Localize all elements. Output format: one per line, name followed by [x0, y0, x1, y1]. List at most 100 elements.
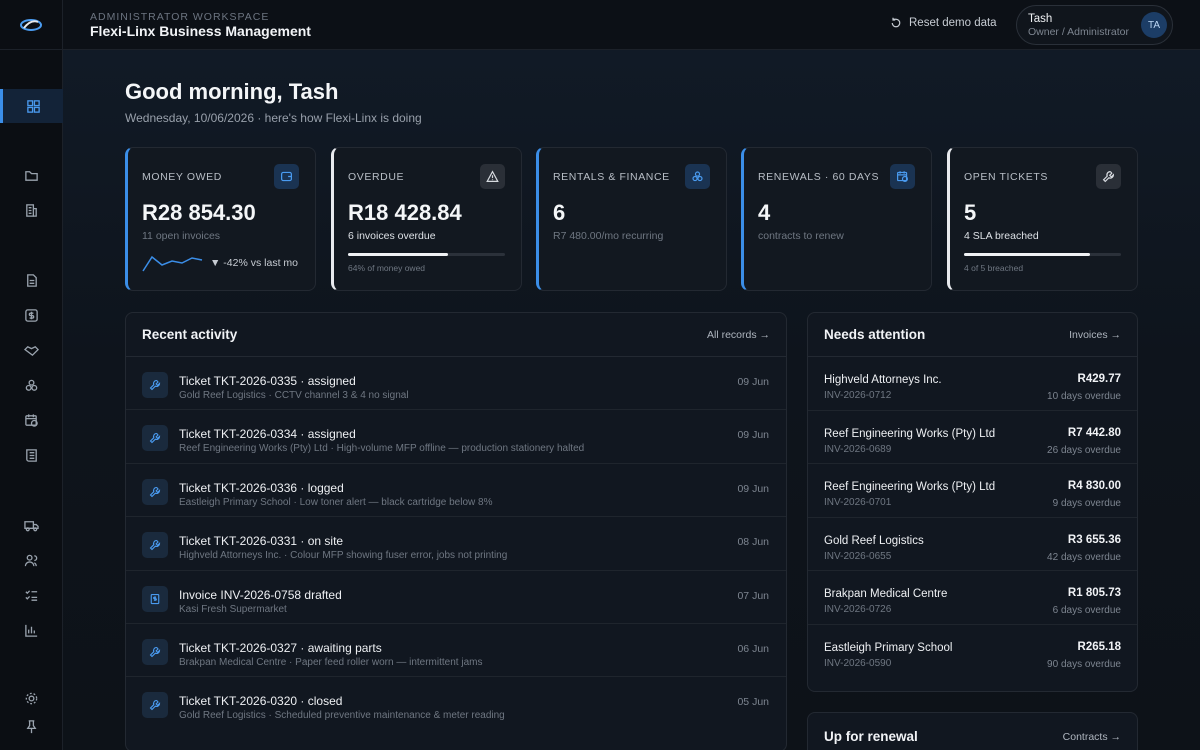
stat-card-overdue[interactable]: OVERDUE R18 428.84 6 invoices overdue 64… — [331, 147, 522, 291]
activity-title: Ticket TKT-2026-0336 · logged — [179, 480, 344, 495]
attention-row[interactable]: Reef Engineering Works (Pty) Ltd INV-2026… — [808, 411, 1137, 464]
needs-attention-panel: Needs attention Invoices → Highveld Atto… — [807, 312, 1138, 692]
progress-bar — [348, 253, 505, 256]
main-content: Good morning, Tash Wednesday, 10/06/2026… — [63, 50, 1200, 750]
app-logo[interactable] — [0, 0, 62, 50]
invoice-amount: R1 805.73 — [1067, 587, 1121, 599]
workspace-label: ADMINISTRATOR WORKSPACE — [90, 11, 270, 23]
activity-row[interactable]: Ticket TKT-2026-0334 · assigned Reef Engi… — [126, 410, 786, 464]
page-subtitle: Wednesday, 10/06/2026 · here's how Flexi… — [125, 111, 422, 125]
user-name: Tash — [1028, 13, 1053, 25]
building-icon[interactable] — [0, 193, 63, 227]
activity-row[interactable]: Ticket TKT-2026-0327 · awaiting parts Bra… — [126, 624, 786, 678]
stat-sub: 6 invoices overdue — [348, 230, 436, 242]
overdue-text: 9 days overdue — [1052, 498, 1121, 509]
receipt-icon[interactable] — [0, 438, 63, 472]
client-name: Gold Reef Logistics — [824, 534, 924, 547]
pin-icon[interactable] — [0, 709, 63, 743]
all-records-link[interactable]: All records → — [707, 329, 770, 341]
invoice-number: INV-2026-0689 — [824, 443, 892, 455]
activity-desc: Gold Reef Logistics · CCTV channel 3 & 4… — [179, 390, 409, 401]
calendar-clock-icon — [890, 164, 915, 189]
invoice-icon — [142, 585, 168, 612]
client-name: Eastleigh Primary School — [824, 641, 953, 654]
activity-title: Ticket TKT-2026-0334 · assigned — [179, 427, 356, 442]
panel-header: Needs attention Invoices → — [808, 313, 1137, 357]
activity-row[interactable]: Ticket TKT-2026-0320 · closed Gold Reef L… — [126, 677, 786, 730]
activity-desc: Kasi Fresh Supermarket — [179, 603, 287, 615]
user-role: Owner / Administrator — [1028, 26, 1129, 38]
wrench-icon — [142, 692, 168, 719]
stat-sub: contracts to renew — [758, 230, 844, 242]
user-menu[interactable]: Tash Owner / Administrator TA — [1016, 5, 1173, 45]
client-name: Reef Engineering Works (Pty) Ltd — [824, 427, 996, 440]
stat-label: RENEWALS · 60 DAYS — [758, 171, 880, 183]
activity-title: Invoice INV-2026-0758 drafted — [179, 587, 342, 602]
activity-row[interactable]: Ticket TKT-2026-0331 · on site Highveld A… — [126, 517, 786, 571]
users-icon[interactable] — [0, 543, 63, 577]
recent-activity-panel: Recent activity All records → Ticket TKT… — [125, 312, 787, 750]
attention-row[interactable]: Eastleigh Primary School INV-2026-0590 R26… — [808, 625, 1137, 679]
reset-demo-button[interactable]: Reset demo data — [890, 17, 997, 29]
invoice-amount: R429.77 — [1077, 373, 1121, 385]
stat-card-renewals[interactable]: RENEWALS · 60 DAYS 4 contracts to renew — [741, 147, 932, 291]
invoice-amount: R3 655.36 — [1067, 533, 1121, 546]
panel-title: Up for renewal — [824, 729, 918, 744]
invoice-number: INV-2026-0726 — [824, 604, 892, 615]
activity-list: Ticket TKT-2026-0335 · assigned Gold Reef… — [126, 357, 786, 731]
rentals-icon[interactable] — [0, 368, 63, 402]
handshake-icon[interactable] — [0, 333, 63, 367]
attention-row[interactable]: Brakpan Medical Centre INV-2026-0726 R1 80… — [808, 571, 1137, 625]
invoice-number: INV-2026-0712 — [824, 390, 892, 401]
activity-title: Ticket TKT-2026-0327 · awaiting parts — [179, 640, 382, 655]
activity-row[interactable]: Ticket TKT-2026-0336 · logged Eastleigh P… — [126, 464, 786, 518]
attention-row[interactable]: Highveld Attorneys Inc. INV-2026-0712 R429… — [808, 357, 1137, 411]
overdue-text: 10 days overdue — [1047, 391, 1121, 402]
sidebar — [0, 0, 63, 750]
panel-header: Recent activity All records → — [126, 313, 786, 357]
client-name: Highveld Attorneys Inc. — [824, 374, 942, 386]
attention-row[interactable]: Gold Reef Logistics INV-2026-0655 R3 655.3… — [808, 518, 1137, 571]
progress-fill — [964, 253, 1090, 256]
activity-desc: Highveld Attorneys Inc. · Colour MFP sho… — [179, 550, 508, 562]
app-title: Flexi-Linx Business Management — [90, 23, 311, 39]
wrench-icon — [142, 425, 168, 452]
folder-icon[interactable] — [0, 158, 63, 192]
progress-note: 4 of 5 breached — [964, 263, 1024, 273]
invoice-number: INV-2026-0590 — [824, 657, 892, 669]
wrench-icon — [142, 532, 168, 559]
avatar[interactable]: TA — [1141, 12, 1167, 38]
warning-icon — [480, 164, 505, 189]
invoice-number: INV-2026-0701 — [824, 497, 892, 508]
activity-desc: Reef Engineering Works (Pty) Ltd · High-… — [179, 443, 585, 455]
sparkline — [142, 255, 203, 272]
dollar-icon[interactable] — [0, 298, 63, 332]
activity-row[interactable]: Invoice INV-2026-0758 drafted Kasi Fresh … — [126, 571, 786, 624]
refresh-icon — [891, 17, 901, 28]
stat-label: OVERDUE — [348, 171, 405, 183]
panel-title: Recent activity — [142, 327, 238, 342]
invoices-link[interactable]: Invoices → — [1069, 329, 1121, 341]
wrench-icon — [142, 478, 168, 505]
progress-fill — [348, 253, 449, 256]
stat-card-money-owed[interactable]: MONEY OWED R28 854.30 11 open invoices ▼… — [125, 147, 316, 291]
stat-card-open-tickets[interactable]: OPEN TICKETS 5 4 SLA breached 4 of 5 bre… — [947, 147, 1138, 291]
contracts-link[interactable]: Contracts → — [1063, 731, 1121, 743]
calendar-clock-icon[interactable] — [0, 403, 63, 437]
overdue-text: 90 days overdue — [1047, 658, 1121, 670]
document-icon[interactable] — [0, 263, 63, 297]
stat-label: OPEN TICKETS — [964, 171, 1049, 183]
truck-icon[interactable] — [0, 508, 63, 542]
attention-row[interactable]: Reef Engineering Works (Pty) Ltd INV-2026… — [808, 464, 1137, 518]
settings-icon[interactable] — [0, 688, 63, 708]
bar-chart-icon[interactable] — [0, 613, 63, 647]
stat-card-rentals[interactable]: RENTALS & FINANCE 6 R7 480.00/mo recurri… — [536, 147, 727, 291]
checklist-icon[interactable] — [0, 578, 63, 612]
activity-date: 08 Jun — [737, 536, 769, 549]
activity-row[interactable]: Ticket TKT-2026-0335 · assigned Gold Reef… — [126, 357, 786, 411]
wallet-icon — [274, 164, 299, 189]
invoice-amount: R7 442.80 — [1067, 426, 1121, 439]
dashboard-icon[interactable] — [0, 89, 63, 123]
trend-text: ▼ -42% vs last mo — [210, 257, 298, 269]
stat-sub: 11 open invoices — [142, 230, 221, 242]
